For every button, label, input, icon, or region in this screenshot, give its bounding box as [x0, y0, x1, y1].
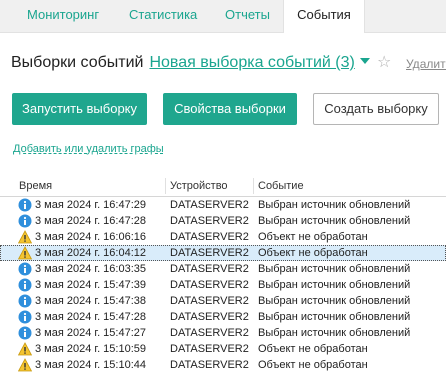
cell-time: 3 мая 2024 г. 16:47:28: [35, 215, 146, 227]
table-row[interactable]: 3 мая 2024 г. 15:10:44 DATASERVER2 Объект …: [0, 357, 446, 373]
tab-statistics[interactable]: Статистика: [129, 0, 197, 32]
cell-device: DATASERVER2: [170, 199, 249, 211]
tab-events[interactable]: События: [283, 0, 365, 33]
caret-down-icon[interactable]: [359, 58, 370, 64]
cell-event: Выбран источник обновлений: [258, 295, 411, 307]
info-icon: [18, 198, 32, 212]
warning-icon: [17, 342, 33, 356]
cell-time: 3 мая 2024 г. 16:03:35: [35, 263, 146, 275]
warning-icon: [17, 358, 33, 372]
cell-device: DATASERVER2: [170, 343, 249, 355]
cell-event: Объект не обработан: [258, 247, 368, 259]
cell-event: Выбран источник обновлений: [258, 263, 411, 275]
cell-time: 3 мая 2024 г. 16:06:16: [35, 231, 146, 243]
table-row[interactable]: 3 мая 2024 г. 15:47:27 DATASERVER2 Выбран …: [0, 325, 446, 341]
delete-selection-link[interactable]: Удалить: [406, 55, 446, 73]
info-icon: [18, 294, 32, 308]
cell-time: 3 мая 2024 г. 15:47:39: [35, 279, 146, 291]
cell-device: DATASERVER2: [170, 327, 249, 339]
info-icon: [18, 310, 32, 324]
warning-icon: [17, 246, 33, 260]
run-selection-button[interactable]: Запустить выборку: [12, 93, 147, 125]
cell-time: 3 мая 2024 г. 16:47:29: [35, 199, 146, 211]
events-page: Мониторинг Статистика Отчеты События Выб…: [0, 0, 446, 385]
cell-event: Выбран источник обновлений: [258, 279, 411, 291]
cell-device: DATASERVER2: [170, 263, 249, 275]
cell-event: Выбран источник обновлений: [258, 199, 411, 211]
create-selection-button[interactable]: Создать выборку: [313, 93, 439, 125]
info-icon: [18, 278, 32, 292]
table-row[interactable]: 3 мая 2024 г. 15:10:59 DATASERVER2 Объект …: [0, 341, 446, 357]
column-header-event[interactable]: Событие: [258, 180, 304, 192]
selection-heading: Выборки событий Новая выборка событий (3): [11, 52, 370, 74]
table-row[interactable]: 3 мая 2024 г. 16:47:28 DATASERVER2 Выбран …: [0, 213, 446, 229]
selection-dropdown-link[interactable]: Новая выборка событий (3): [149, 54, 354, 71]
cell-time: 3 мая 2024 г. 15:47:27: [35, 327, 146, 339]
cell-event: Выбран источник обновлений: [258, 215, 411, 227]
column-divider[interactable]: [165, 178, 166, 194]
table-row[interactable]: 3 мая 2024 г. 16:47:29 DATASERVER2 Выбран …: [0, 197, 446, 213]
cell-time: 3 мая 2024 г. 15:10:59: [35, 343, 146, 355]
warning-icon: [17, 230, 33, 244]
tab-monitoring[interactable]: Мониторинг: [27, 0, 99, 32]
table-row[interactable]: 3 мая 2024 г. 15:47:28 DATASERVER2 Выбран …: [0, 309, 446, 325]
cell-time: 3 мая 2024 г. 15:10:44: [35, 359, 146, 371]
table-row[interactable]: 3 мая 2024 г. 15:47:38 DATASERVER2 Выбран …: [0, 293, 446, 309]
cell-event: Выбран источник обновлений: [258, 327, 411, 339]
info-icon: [18, 214, 32, 228]
cell-event: Выбран источник обновлений: [258, 311, 411, 323]
cell-time: 3 мая 2024 г. 15:47:28: [35, 311, 146, 323]
table-row[interactable]: 3 мая 2024 г. 16:04:12 DATASERVER2 Объект …: [0, 245, 446, 261]
table-row[interactable]: 3 мая 2024 г. 16:03:35 DATASERVER2 Выбран …: [0, 261, 446, 277]
table-body: 3 мая 2024 г. 16:47:29 DATASERVER2 Выбран …: [0, 197, 446, 373]
cell-event: Объект не обработан: [258, 359, 368, 371]
cell-device: DATASERVER2: [170, 311, 249, 323]
cell-device: DATASERVER2: [170, 279, 249, 291]
cell-device: DATASERVER2: [170, 359, 249, 371]
cell-device: DATASERVER2: [170, 247, 249, 259]
cell-device: DATASERVER2: [170, 295, 249, 307]
top-tab-bar: Мониторинг Статистика Отчеты События: [0, 0, 446, 33]
page-title: Выборки событий: [11, 54, 144, 71]
column-header-time[interactable]: Время: [19, 180, 52, 192]
table-row[interactable]: 3 мая 2024 г. 16:06:16 DATASERVER2 Объект …: [0, 229, 446, 245]
tab-reports[interactable]: Отчеты: [225, 0, 270, 32]
events-table: Время Устройство Событие 3 мая 2024 г. 1…: [0, 176, 446, 373]
cell-time: 3 мая 2024 г. 16:04:12: [35, 247, 146, 259]
add-remove-columns-link[interactable]: Добавить или удалить графы: [13, 143, 164, 155]
cell-device: DATASERVER2: [170, 231, 249, 243]
selection-properties-button[interactable]: Свойства выборки: [163, 93, 297, 125]
cell-time: 3 мая 2024 г. 15:47:38: [35, 295, 146, 307]
column-header-device[interactable]: Устройство: [170, 180, 228, 192]
star-icon[interactable]: ☆: [377, 52, 391, 74]
table-row[interactable]: 3 мая 2024 г. 15:47:39 DATASERVER2 Выбран …: [0, 277, 446, 293]
table-header: Время Устройство Событие: [0, 176, 446, 197]
column-divider[interactable]: [253, 178, 254, 194]
info-icon: [18, 326, 32, 340]
cell-event: Объект не обработан: [258, 343, 368, 355]
cell-device: DATASERVER2: [170, 215, 249, 227]
info-icon: [18, 262, 32, 276]
cell-event: Объект не обработан: [258, 231, 368, 243]
